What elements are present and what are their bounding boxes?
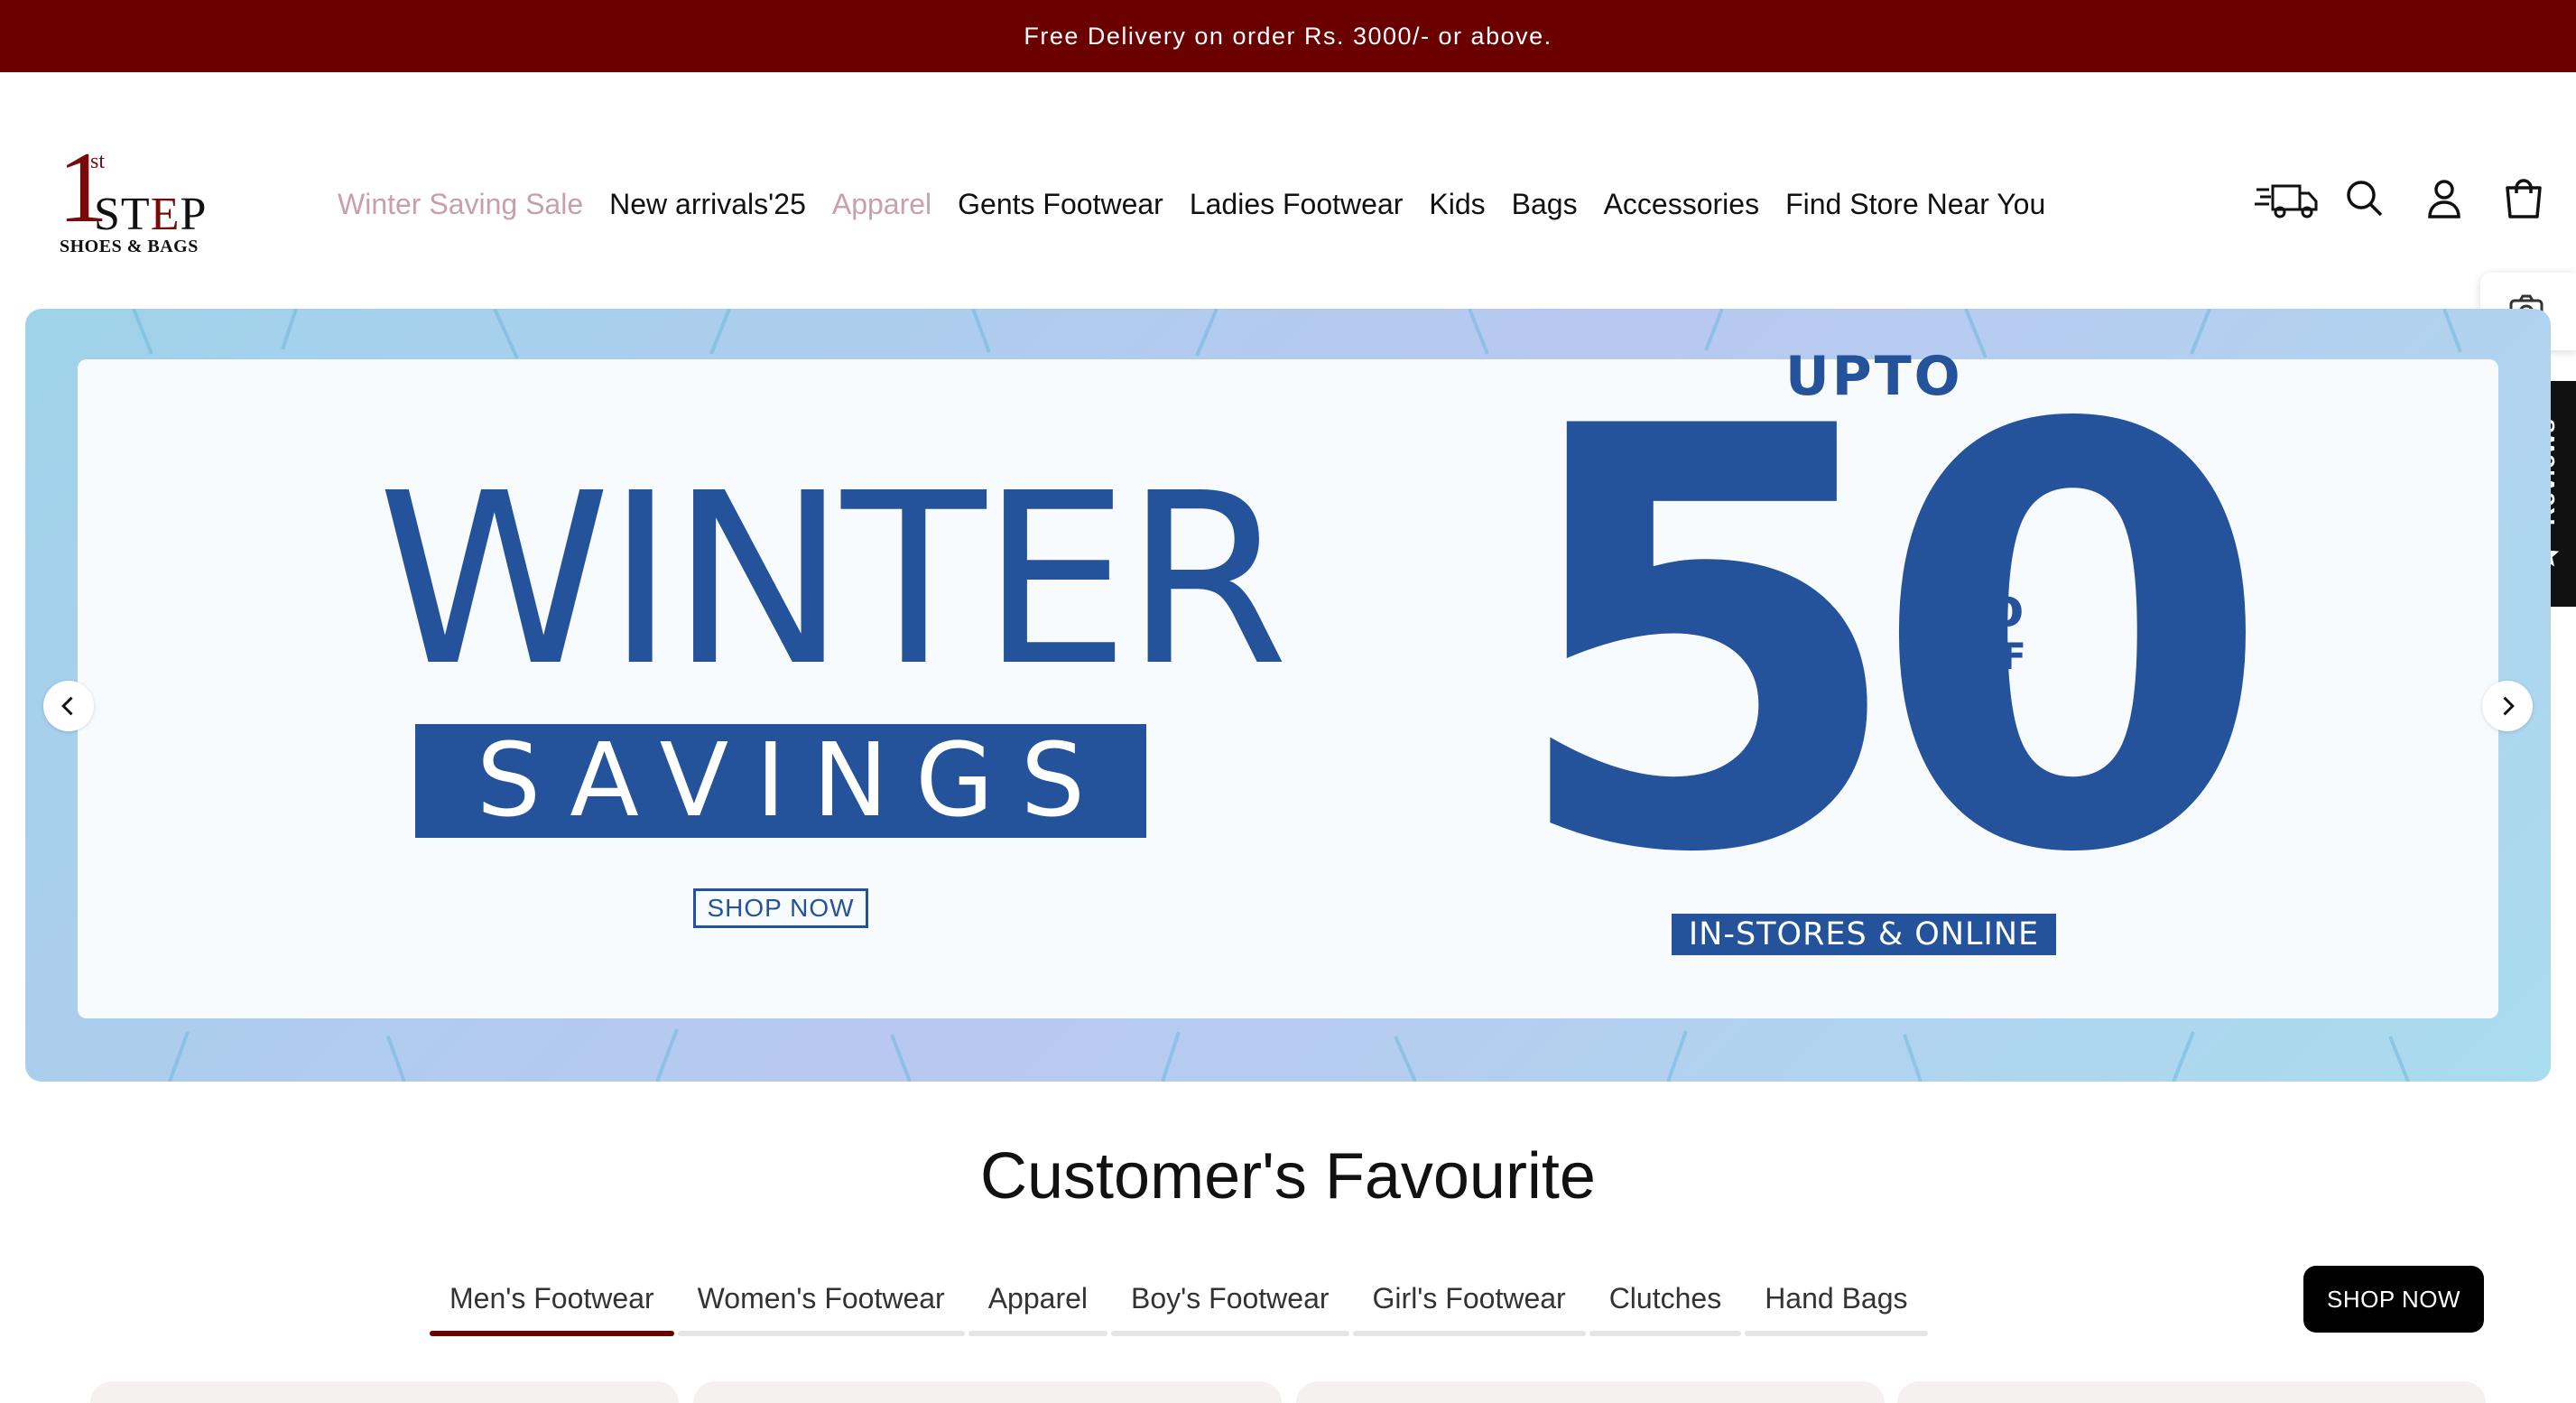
section-title: Customer's Favourite <box>980 1140 1596 1213</box>
nav-item-apparel[interactable]: Apparel <box>832 188 931 221</box>
banner-headline: WINTER <box>377 442 1289 718</box>
announcement-text: Free Delivery on order Rs. 3000/- or abo… <box>1024 22 1552 50</box>
chevron-left-icon <box>61 696 73 716</box>
banner-subhead: SAVINGS <box>415 722 1146 840</box>
tab-apparel[interactable]: Apparel <box>967 1264 1109 1336</box>
search-icon[interactable] <box>2340 173 2390 224</box>
nav-item-winter-saving-sale[interactable]: Winter Saving Sale <box>338 188 583 221</box>
percent-sign: % <box>1948 555 2025 644</box>
nav-item-new-arrivals[interactable]: New arrivals'25 <box>609 188 806 221</box>
announcement-bar: Free Delivery on order Rs. 3000/- or abo… <box>0 0 2576 72</box>
favourite-tabs: Men's Footwear Women's Footwear Apparel … <box>428 1264 1930 1336</box>
product-cards <box>90 1381 2486 1403</box>
product-card[interactable] <box>693 1381 1282 1403</box>
banner-channel-label: IN-STORES & ONLINE <box>1672 914 2056 955</box>
tab-boys-footwear[interactable]: Boy's Footwear <box>1109 1264 1351 1336</box>
banner-percent-off: % OFF <box>1946 562 2026 675</box>
tab-girls-footwear[interactable]: Girl's Footwear <box>1351 1264 1588 1336</box>
account-icon[interactable] <box>2419 173 2469 224</box>
shop-now-button[interactable]: SHOP NOW <box>2303 1266 2484 1333</box>
hero-banner[interactable]: WINTER SAVINGS SHOP NOW UPTO 50 % OFF IN… <box>25 309 2551 1082</box>
banner-prev-button[interactable] <box>43 681 94 731</box>
chevron-right-icon <box>2503 696 2515 716</box>
tab-mens-footwear[interactable]: Men's Footwear <box>428 1264 676 1336</box>
banner-discount-value: 50 <box>1506 309 2274 979</box>
nav-item-accessories[interactable]: Accessories <box>1604 188 1760 221</box>
brand-logo[interactable]: 1 st STEP SHOES & BAGS <box>54 137 217 256</box>
tab-hand-bags[interactable]: Hand Bags <box>1743 1264 1929 1336</box>
delivery-truck-icon[interactable] <box>2253 173 2321 224</box>
product-card[interactable] <box>1897 1381 2486 1403</box>
cart-icon[interactable] <box>2498 173 2549 224</box>
banner-shop-now-button[interactable]: SHOP NOW <box>693 888 868 928</box>
nav-item-find-store[interactable]: Find Store Near You <box>1785 188 2045 221</box>
tab-clutches[interactable]: Clutches <box>1588 1264 1744 1336</box>
tab-womens-footwear[interactable]: Women's Footwear <box>676 1264 967 1336</box>
nav-item-bags[interactable]: Bags <box>1512 188 1578 221</box>
main-nav: Winter Saving Sale New arrivals'25 Appar… <box>338 188 2045 221</box>
product-card[interactable] <box>90 1381 679 1403</box>
nav-item-kids[interactable]: Kids <box>1429 188 1485 221</box>
logo-superscript: st <box>90 150 106 173</box>
logo-tagline: SHOES & BAGS <box>60 237 199 256</box>
off-label: OFF <box>1946 636 2026 678</box>
logo-wordmark: STEP <box>94 189 208 240</box>
product-card[interactable] <box>1296 1381 1885 1403</box>
nav-item-gents-footwear[interactable]: Gents Footwear <box>958 188 1163 221</box>
banner-next-button[interactable] <box>2482 681 2533 731</box>
nav-item-ladies-footwear[interactable]: Ladies Footwear <box>1190 188 1404 221</box>
site-header: 1 st STEP SHOES & BAGS Winter Saving Sal… <box>0 72 2576 307</box>
